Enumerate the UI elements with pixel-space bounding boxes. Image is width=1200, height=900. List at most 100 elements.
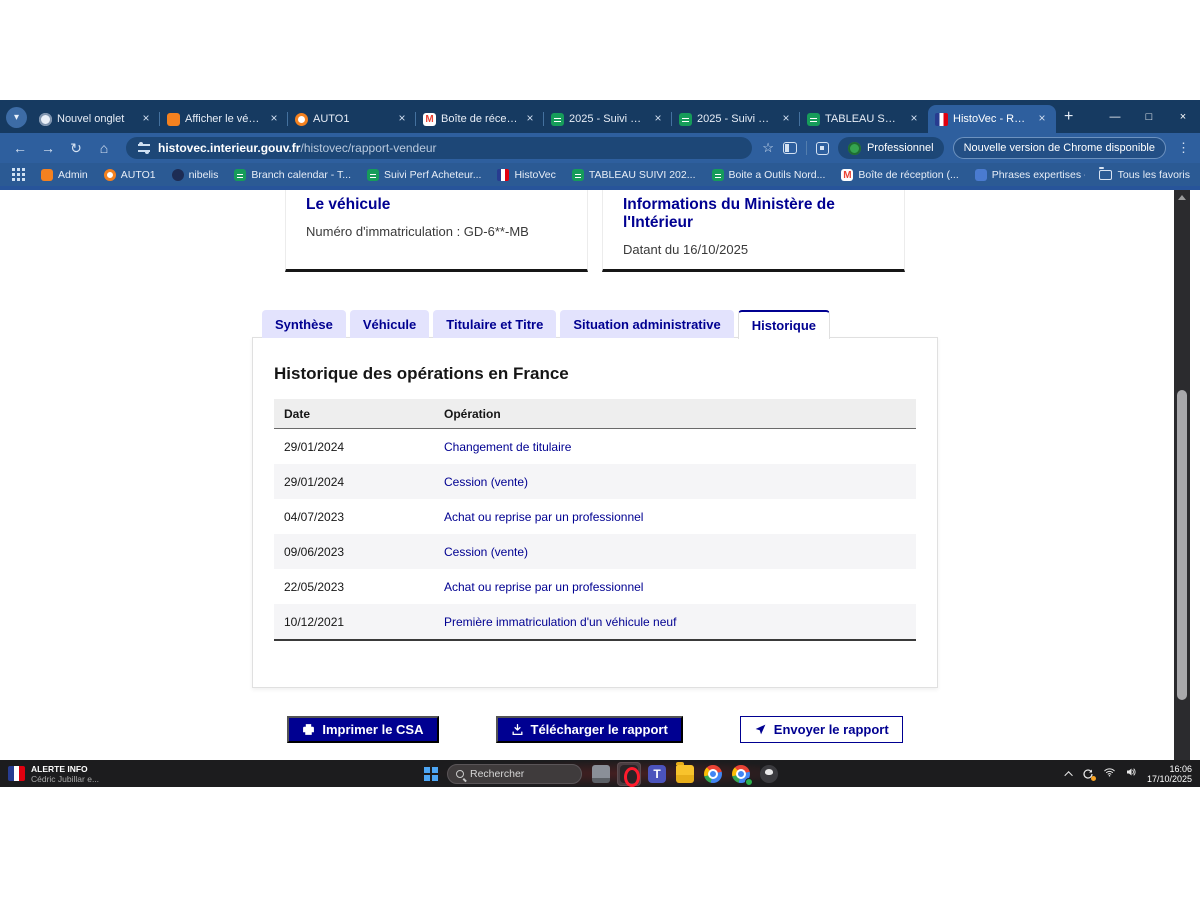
menu-kebab-icon[interactable]: ⋮	[1175, 140, 1192, 156]
extensions-icon[interactable]	[816, 142, 829, 155]
tab-close-icon[interactable]: ×	[267, 112, 281, 126]
volume-icon[interactable]	[1125, 765, 1138, 783]
report-tab[interactable]: Synthèse	[262, 310, 346, 338]
scrollbar[interactable]	[1174, 190, 1190, 760]
all-bookmarks[interactable]: Tous les favoris	[1099, 169, 1190, 181]
bookmark-item[interactable]: HistoVec	[497, 169, 555, 181]
url-text: histovec.interieur.gouv.fr/histovec/rapp…	[158, 141, 437, 155]
profile-chip[interactable]: Professionnel	[838, 137, 944, 159]
bookmark-item[interactable]: nibelis	[172, 169, 219, 181]
reload-icon[interactable]: ↻	[64, 140, 88, 157]
site-info-icon[interactable]	[138, 144, 150, 152]
bookmark-favicon	[712, 169, 724, 181]
browser-tab[interactable]: 2025 - Suivi portefeuille c ×	[672, 105, 800, 133]
tab-close-icon[interactable]: ×	[651, 112, 665, 126]
table-header: Date Opération	[274, 399, 916, 429]
window-controls: — □ ×	[1098, 100, 1200, 133]
download-report-button[interactable]: Télécharger le rapport	[496, 716, 683, 743]
toolbar-right: ☆ Professionnel Nouvelle version de Chro…	[762, 137, 1192, 159]
browser-tab[interactable]: 2025 - Suivi portefeuille c ×	[544, 105, 672, 133]
vehicle-card: Le véhicule Numéro d'immatriculation : G…	[285, 190, 588, 272]
report-tab[interactable]: Situation administrative	[560, 310, 733, 338]
bookmark-item[interactable]: Admin	[41, 169, 88, 181]
bookmark-item[interactable]: Boite a Outils Nord...	[712, 169, 826, 181]
browser-tab[interactable]: AUTO1 ×	[288, 105, 416, 133]
apps-grid-icon[interactable]	[12, 168, 15, 171]
tab-close-icon[interactable]: ×	[907, 112, 921, 126]
tab-close-icon[interactable]: ×	[395, 112, 409, 126]
browser-tab[interactable]: Boîte de réception (1 194 ×	[416, 105, 544, 133]
bookmark-favicon	[234, 169, 246, 181]
widget-title: ALERTE INFO	[31, 764, 99, 774]
scrollbar-thumb[interactable]	[1177, 390, 1187, 700]
print-csa-button[interactable]: Imprimer le CSA	[287, 716, 438, 743]
report-tab[interactable]: Historique	[738, 310, 830, 339]
clock[interactable]: 16:06 17/10/2025	[1147, 764, 1192, 784]
close-icon[interactable]: ×	[1166, 100, 1200, 133]
taskbar-app[interactable]	[729, 762, 753, 786]
bookmark-item[interactable]: Boîte de réception (...	[841, 169, 958, 181]
tab-close-icon[interactable]: ×	[139, 112, 153, 126]
taskbar-app[interactable]	[589, 762, 613, 786]
news-widget-icon	[8, 766, 25, 781]
url-path: /histovec/rapport-vendeur	[300, 141, 436, 155]
bookmark-item[interactable]: Branch calendar - T...	[234, 169, 351, 181]
maximize-icon[interactable]: □	[1132, 100, 1166, 133]
taskbar-search[interactable]: Rechercher	[447, 764, 582, 784]
forward-icon[interactable]: →	[36, 140, 60, 156]
report-tab-label: Titulaire et Titre	[446, 317, 543, 332]
cell-operation: Première immatriculation d'un véhicule n…	[444, 615, 906, 629]
taskbar-app[interactable]	[617, 762, 641, 786]
col-operation: Opération	[444, 407, 906, 421]
toolbar-divider	[806, 141, 807, 155]
clock-time: 16:06	[1147, 764, 1192, 774]
scrollbar-up-icon[interactable]	[1178, 195, 1186, 200]
bookmark-item[interactable]: TABLEAU SUIVI 202...	[572, 169, 696, 181]
app-icon	[592, 765, 610, 783]
bookmark-label: HistoVec	[514, 169, 555, 181]
news-widget[interactable]: ALERTE INFO Cédric Jubillar e...	[8, 760, 99, 787]
browser-tab[interactable]: Afficher le véhicule - Adm ×	[160, 105, 288, 133]
browser-tab[interactable]: TABLEAU SUIVI 2025 - TO ×	[800, 105, 928, 133]
tray-chevron-up-icon[interactable]	[1064, 771, 1072, 779]
report-tab[interactable]: Titulaire et Titre	[433, 310, 556, 338]
bookmark-star-icon[interactable]: ☆	[762, 140, 774, 156]
table-row: 22/05/2023 Achat ou reprise par un profe…	[274, 569, 916, 604]
sync-alert-dot	[1091, 776, 1096, 781]
new-tab-icon[interactable]: +	[1064, 108, 1073, 126]
profile-label: Professionnel	[867, 142, 934, 154]
taskbar-app[interactable]	[645, 762, 669, 786]
report-tab-label: Situation administrative	[573, 317, 720, 332]
tab-close-icon[interactable]: ×	[779, 112, 793, 126]
bookmark-item[interactable]: Phrases expertises -...	[975, 169, 1085, 181]
send-report-button[interactable]: Envoyer le rapport	[740, 716, 903, 743]
cell-date: 29/01/2024	[284, 440, 444, 454]
start-button-icon[interactable]	[424, 767, 438, 781]
tab-title: AUTO1	[313, 113, 390, 125]
wifi-icon[interactable]	[1103, 765, 1116, 783]
tab-title: Boîte de réception (1 194	[441, 113, 518, 125]
browser-tab[interactable]: Nouvel onglet ×	[32, 105, 160, 133]
tab-search-icon[interactable]: ▾	[6, 107, 27, 128]
bookmark-item[interactable]: AUTO1	[104, 169, 156, 181]
taskbar-app[interactable]	[673, 762, 697, 786]
browser-tab[interactable]: HistoVec - Rapport vende ×	[928, 105, 1056, 133]
taskbar-app[interactable]	[701, 762, 725, 786]
cell-operation: Changement de titulaire	[444, 440, 906, 454]
bookmark-item[interactable]: Suivi Perf Acheteur...	[367, 169, 481, 181]
system-tray: 16:06 17/10/2025	[1067, 760, 1192, 787]
chrome-update-chip[interactable]: Nouvelle version de Chrome disponible	[953, 137, 1166, 159]
tab-close-icon[interactable]: ×	[523, 112, 537, 126]
back-icon[interactable]: ←	[8, 140, 32, 156]
home-icon[interactable]: ⌂	[92, 140, 116, 156]
sync-icon[interactable]	[1082, 768, 1094, 780]
report-tab[interactable]: Véhicule	[350, 310, 429, 338]
taskbar-app[interactable]	[757, 762, 781, 786]
address-bar[interactable]: histovec.interieur.gouv.fr/histovec/rapp…	[126, 137, 752, 159]
tab-close-icon[interactable]: ×	[1035, 112, 1049, 126]
minimize-icon[interactable]: —	[1098, 100, 1132, 133]
table-row: 04/07/2023 Achat ou reprise par un profe…	[274, 499, 916, 534]
table-row: 29/01/2024 Changement de titulaire	[274, 429, 916, 464]
side-panel-icon[interactable]	[783, 142, 797, 154]
tab-favicon	[39, 113, 52, 126]
